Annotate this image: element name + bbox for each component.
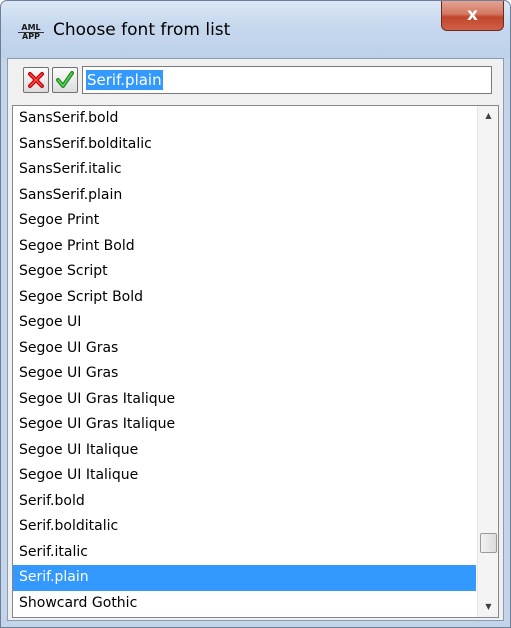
app-icon: AML APP (18, 24, 44, 41)
font-list-item[interactable]: Segoe UI Gras Italique (13, 387, 476, 413)
font-name-input[interactable]: Serif.plain (82, 66, 492, 94)
font-list-item[interactable]: Serif.plain (13, 565, 476, 591)
green-check-icon (56, 71, 74, 88)
toolbar: Serif.plain (8, 59, 503, 105)
font-list-item[interactable]: Segoe UI (13, 310, 476, 336)
title-bar[interactable]: AML APP Choose font from list x (1, 1, 510, 58)
font-list-item[interactable]: Segoe Print (13, 208, 476, 234)
font-list-item[interactable]: Serif.bold (13, 489, 476, 515)
font-list-item[interactable]: SansSerif.italic (13, 157, 476, 183)
dialog-body: Serif.plain SansSerif.bold SansSerif.bold… (7, 58, 504, 621)
scroll-up-arrow-icon[interactable]: ▲ (478, 106, 498, 126)
font-name-value: Serif.plain (86, 70, 163, 90)
close-icon: x (467, 5, 478, 25)
font-list-item[interactable]: Showcard Gothic (13, 591, 476, 617)
close-button[interactable]: x (441, 1, 504, 31)
font-list[interactable]: SansSerif.bold SansSerif.bolditalic SansSe… (12, 105, 499, 618)
font-list-item[interactable]: Segoe UI Italique (13, 438, 476, 464)
font-list-item[interactable]: SansSerif.plain (13, 183, 476, 209)
font-list-item[interactable]: Segoe UI Gras (13, 361, 476, 387)
vertical-scrollbar[interactable]: ▲ ▼ (477, 106, 498, 617)
font-chooser-window: AML APP Choose font from list x Serif.pl… (0, 0, 511, 628)
font-list-item[interactable]: Segoe Script (13, 259, 476, 285)
font-list-item[interactable]: SansSerif.bold (13, 106, 476, 132)
cancel-button[interactable] (23, 67, 49, 93)
font-list-item[interactable]: Segoe Print Bold (13, 234, 476, 260)
font-list-rows: SansSerif.bold SansSerif.bolditalic SansSe… (13, 106, 476, 616)
ok-button[interactable] (52, 67, 78, 93)
font-list-item[interactable]: Serif.bolditalic (13, 514, 476, 540)
scroll-down-arrow-icon[interactable]: ▼ (478, 597, 498, 617)
red-x-icon (28, 72, 44, 88)
font-list-item[interactable]: Segoe Script Bold (13, 285, 476, 311)
font-list-item[interactable]: Segoe UI Gras Italique (13, 412, 476, 438)
window-title: Choose font from list (53, 20, 231, 40)
scrollbar-thumb[interactable] (480, 533, 497, 553)
font-list-item[interactable]: Segoe UI Italique (13, 463, 476, 489)
font-list-item[interactable]: SansSerif.bolditalic (13, 132, 476, 158)
font-list-item[interactable]: Segoe UI Gras (13, 336, 476, 362)
font-list-item[interactable]: Serif.italic (13, 540, 476, 566)
